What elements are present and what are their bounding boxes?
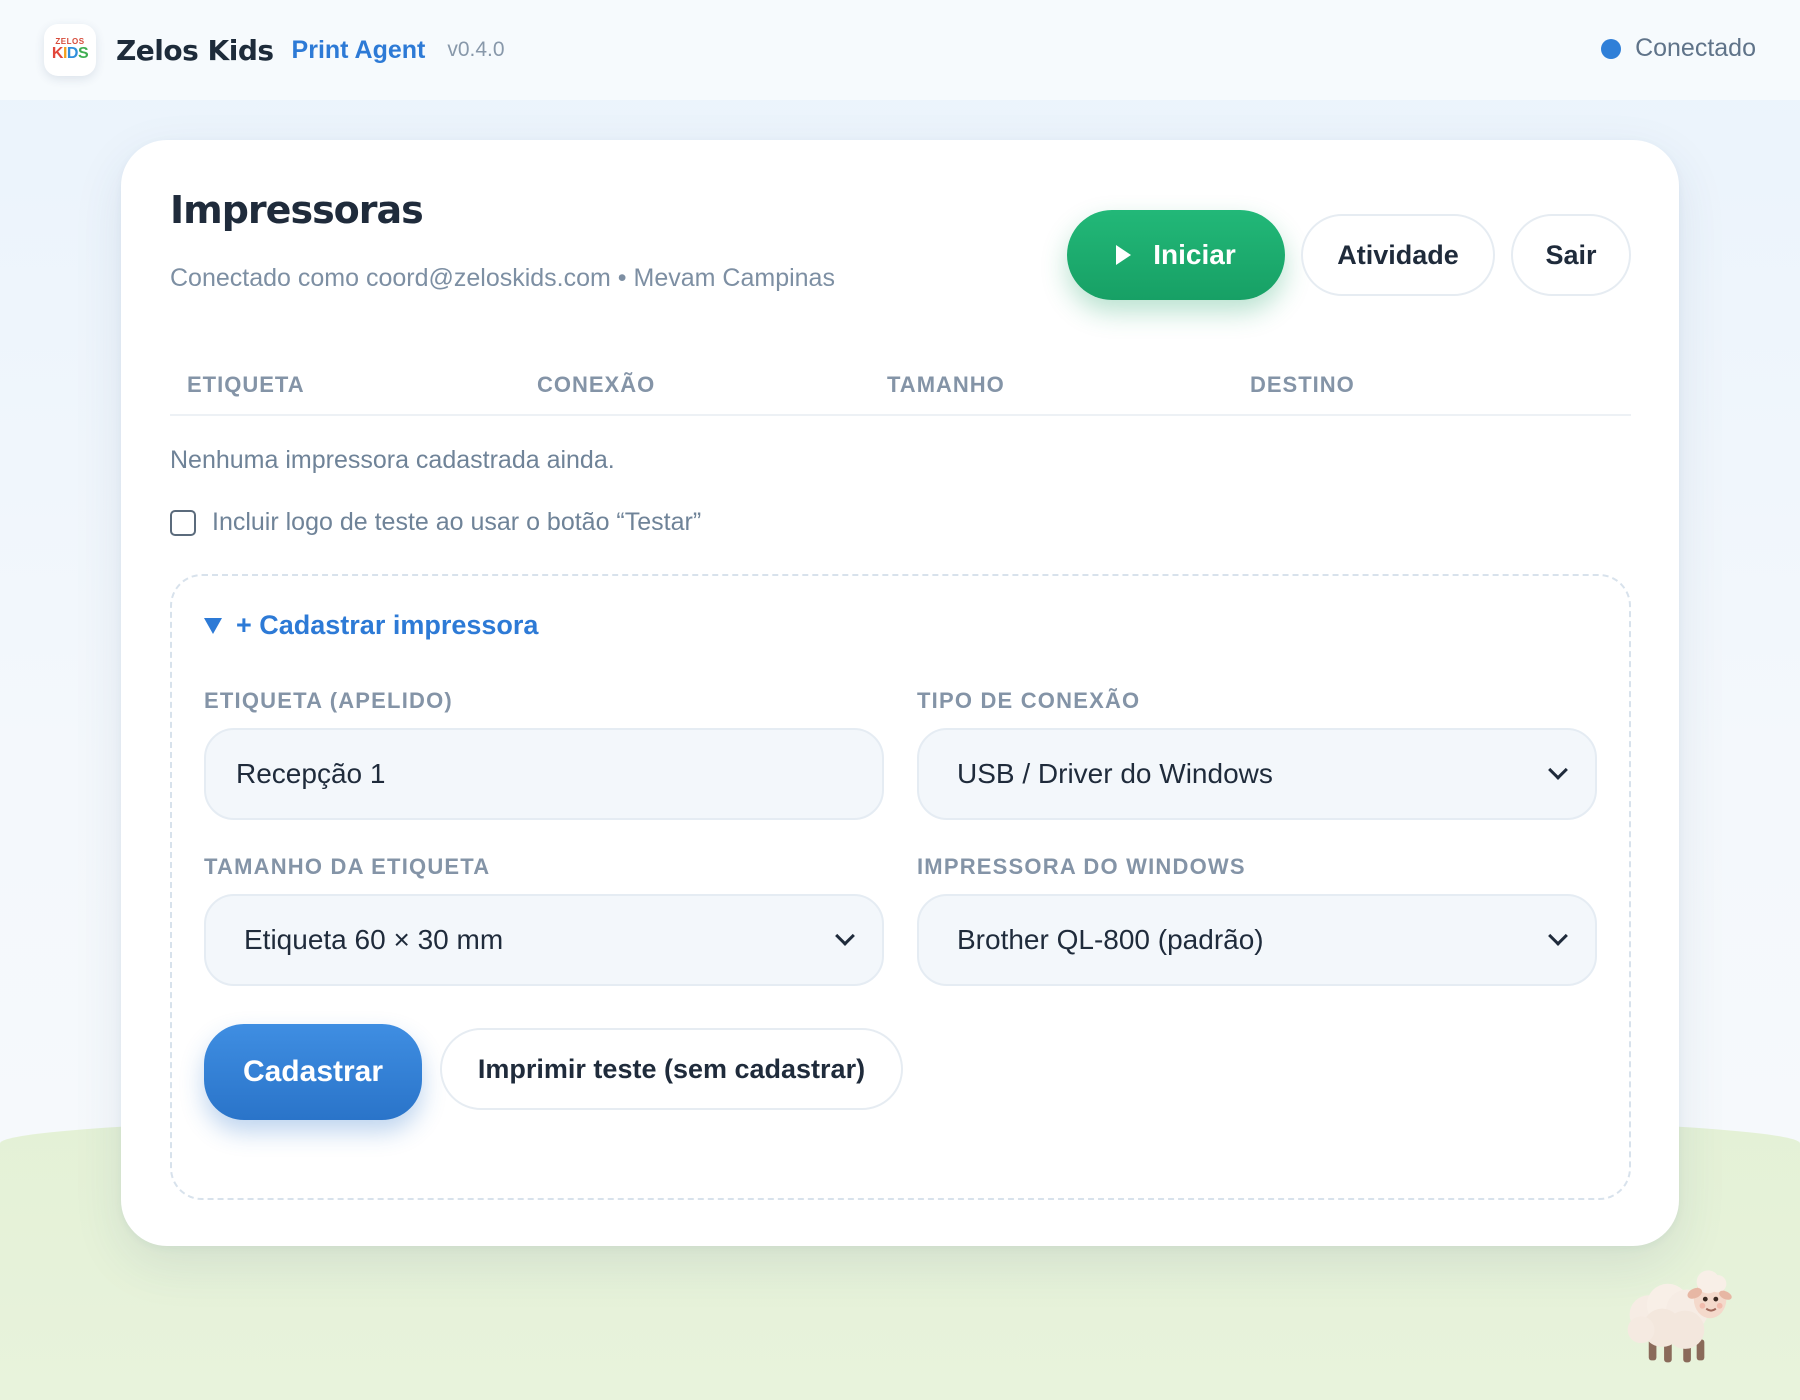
test-print-button[interactable]: Imprimir teste (sem cadastrar) <box>440 1028 903 1110</box>
expand-triangle-icon <box>204 617 222 634</box>
top-bar: ZELOS KIDS Zelos Kids Print Agent v0.4.0… <box>0 0 1800 100</box>
activity-button[interactable]: Atividade <box>1301 214 1495 296</box>
windows-printer-value: Brother QL-800 (padrão) <box>957 924 1264 955</box>
sheep-mascot-icon <box>1627 1270 1732 1363</box>
page-title: Impressoras <box>170 188 424 232</box>
windows-printer-label: IMPRESSORA DO WINDOWS <box>917 854 1246 879</box>
label-size-value: Etiqueta 60 × 30 mm <box>244 924 504 955</box>
chevron-down-icon <box>1548 926 1568 946</box>
test-logo-label: Incluir logo de teste ao usar o botão “T… <box>212 508 702 536</box>
label-input-value: Recepção 1 <box>236 758 386 789</box>
connection-status: Conectado <box>1601 34 1756 63</box>
windows-printer-select[interactable]: Brother QL-800 (padrão) <box>917 894 1597 986</box>
register-printer-panel: + Cadastrar impressora ETIQUETA (APELIDO… <box>170 574 1631 1200</box>
printers-table-header: ETIQUETA CONEXÃO TAMANHO DESTINO <box>170 362 1631 416</box>
column-header-destination: DESTINO <box>1250 372 1355 397</box>
logout-button[interactable]: Sair <box>1511 214 1631 296</box>
start-button[interactable]: Iniciar <box>1067 210 1285 300</box>
register-printer-summary: + Cadastrar impressora <box>236 610 539 640</box>
status-dot-icon <box>1601 38 1622 59</box>
label-size-label: TAMANHO DA ETIQUETA <box>204 854 491 879</box>
empty-table-message: Nenhuma impressora cadastrada ainda. <box>170 446 615 474</box>
label-size-select[interactable]: Etiqueta 60 × 30 mm <box>204 894 884 986</box>
chevron-down-icon <box>1548 760 1568 780</box>
printers-card: Impressoras Conectado como coord@zeloski… <box>121 140 1679 1246</box>
connection-type-label: TIPO DE CONEXÃO <box>917 688 1141 713</box>
chevron-down-icon <box>835 926 855 946</box>
label-field-label: ETIQUETA (APELIDO) <box>204 688 453 713</box>
brand-name: Zelos Kids <box>116 33 274 67</box>
connected-as-text: Conectado como coord@zeloskids.com • Mev… <box>170 264 835 292</box>
start-button-label: Iniciar <box>1153 239 1236 270</box>
test-logo-option[interactable]: Incluir logo de teste ao usar o botão “T… <box>170 508 701 537</box>
column-header-label: ETIQUETA <box>187 372 305 397</box>
column-header-size: TAMANHO <box>887 372 1005 397</box>
register-printer-toggle[interactable]: + Cadastrar impressora <box>204 610 538 641</box>
version-label: v0.4.0 <box>447 38 505 61</box>
column-header-connection: CONEXÃO <box>537 372 656 397</box>
status-text: Conectado <box>1635 34 1756 62</box>
register-button[interactable]: Cadastrar <box>204 1024 422 1120</box>
connection-type-value: USB / Driver do Windows <box>957 758 1273 789</box>
connection-type-select[interactable]: USB / Driver do Windows <box>917 728 1597 820</box>
play-icon <box>1116 245 1132 265</box>
label-input[interactable]: Recepção 1 <box>204 728 884 820</box>
app-logo: ZELOS KIDS <box>44 24 96 76</box>
logo-bottom-text: KIDS <box>51 45 89 62</box>
test-logo-checkbox[interactable] <box>170 509 196 536</box>
product-name: Print Agent <box>291 35 426 64</box>
